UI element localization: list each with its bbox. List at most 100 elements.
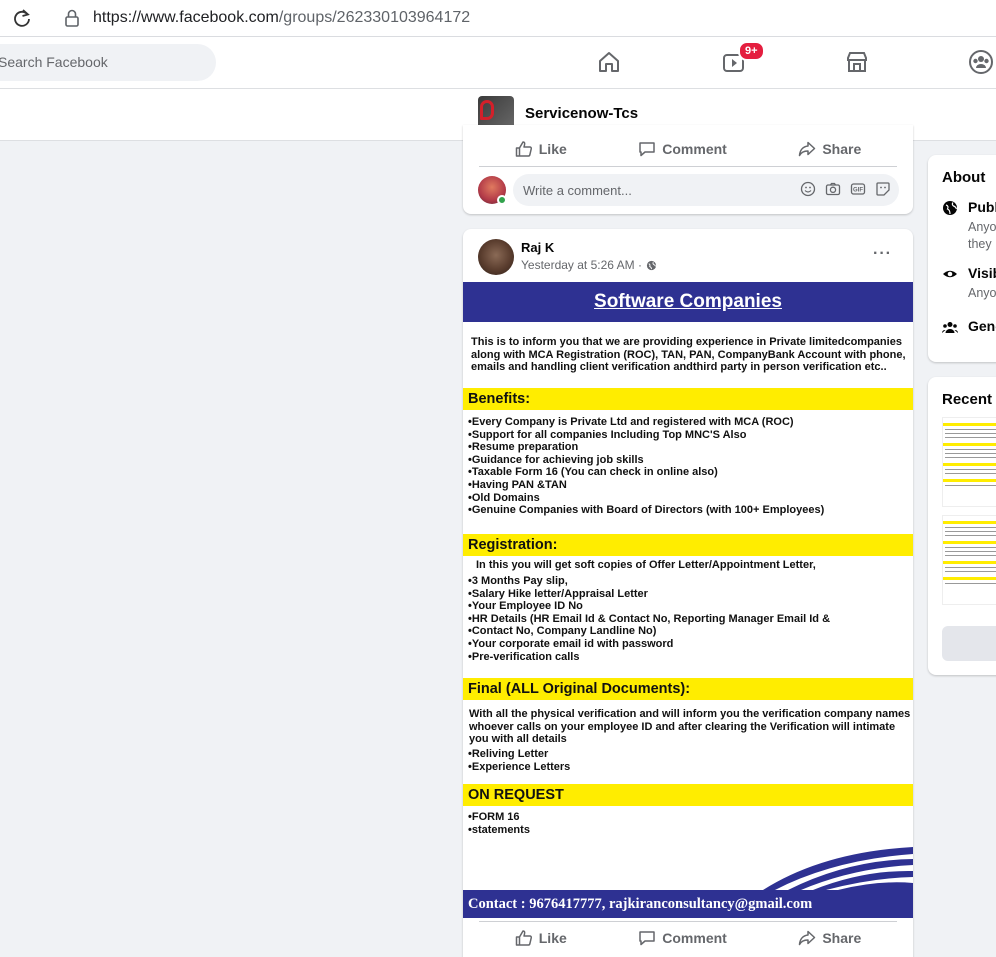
list-item: HR Details (HR Email Id & Contact No, Re… — [468, 613, 830, 626]
url-path: /groups/262330103964172 — [278, 9, 471, 26]
url-field[interactable]: https://www.facebook.com/groups/26233010… — [93, 9, 470, 27]
comment-icon — [639, 142, 656, 157]
comment-label: Comment — [662, 141, 727, 157]
list-item: Resume preparation — [468, 441, 824, 454]
final-intro-line: you with all details — [469, 733, 567, 746]
reload-icon[interactable] — [12, 8, 32, 28]
post-options-button[interactable]: ··· — [873, 245, 892, 263]
registration-heading: Registration: — [468, 537, 558, 553]
list-item: Every Company is Private Ltd and registe… — [468, 416, 824, 429]
home-icon[interactable] — [596, 49, 622, 75]
comment-button[interactable]: Comment — [638, 929, 727, 947]
benefits-band: Benefits: — [463, 388, 913, 410]
share-label: Share — [822, 930, 862, 946]
final-heading: Final (ALL Original Documents): — [468, 681, 691, 697]
divider — [479, 166, 897, 167]
request-heading: ON REQUEST — [468, 787, 564, 803]
privacy-desc-2: they — [968, 237, 992, 251]
decorative-swoosh — [763, 847, 913, 890]
group-name[interactable]: Servicenow-Tcs — [525, 105, 638, 122]
list-item: Salary Hike letter/Appraisal Letter — [468, 588, 830, 601]
registration-list: 3 Months Pay slip, Salary Hike letter/Ap… — [468, 575, 830, 663]
comment-label: Comment — [662, 930, 727, 946]
final-intro: With all the physical verification and w… — [469, 708, 910, 746]
notification-badge: 9+ — [738, 41, 765, 61]
final-intro-line: whoever calls on your employee ID and af… — [469, 720, 896, 733]
post-author[interactable]: Raj K — [521, 240, 554, 255]
camera-icon[interactable] — [825, 181, 841, 197]
flyer-intro-line: emails and handling client verification … — [471, 361, 887, 374]
request-list: FORM 16 statements — [468, 811, 530, 836]
marketplace-icon[interactable] — [844, 49, 870, 75]
comment-button[interactable]: Comment — [638, 140, 727, 158]
list-item: Support for all companies Including Top … — [468, 429, 824, 442]
share-label: Share — [822, 141, 862, 157]
post-card: Raj K Yesterday at 5:26 AM · ··· Softwar… — [463, 229, 913, 957]
registration-intro: In this you will get soft copies of Offe… — [476, 559, 816, 571]
registration-band: Registration: — [463, 534, 913, 556]
people-icon — [942, 322, 958, 333]
recent-media-thumbnail[interactable] — [942, 417, 996, 507]
lock-icon[interactable] — [64, 8, 80, 28]
like-icon — [515, 141, 532, 157]
post-time-text: Yesterday at 5:26 AM · — [521, 258, 642, 272]
search-placeholder: Search Facebook — [0, 54, 108, 70]
browser-address-bar: https://www.facebook.com/groups/26233010… — [0, 0, 996, 37]
visibility-label: Visib — [968, 265, 996, 281]
search-input[interactable]: Search Facebook — [0, 44, 216, 81]
list-item: Guidance for achieving job skills — [468, 454, 824, 467]
flyer-intro: This is to inform you that we are provid… — [471, 336, 906, 374]
like-label: Like — [538, 141, 567, 157]
recent-media-thumbnail[interactable] — [942, 515, 996, 605]
request-band: ON REQUEST — [463, 784, 913, 806]
benefits-heading: Benefits: — [468, 391, 531, 407]
share-button[interactable]: Share — [798, 140, 861, 158]
list-item: Genuine Companies with Board of Director… — [468, 504, 824, 517]
flyer-title: Software Companies — [594, 291, 782, 312]
comment-icon — [639, 931, 656, 946]
recent-title: Recent I — [942, 391, 996, 408]
gif-icon[interactable]: GIF — [850, 181, 866, 197]
share-button[interactable]: Share — [798, 929, 861, 947]
benefits-list: Every Company is Private Ltd and registe… — [468, 416, 824, 517]
flyer-intro-line: along with MCA Registration (ROC), TAN, … — [471, 348, 906, 361]
like-button[interactable]: Like — [515, 929, 567, 947]
share-icon — [799, 930, 816, 946]
flyer-contact: Contact : 9676417777, rajkiranconsultanc… — [468, 896, 813, 912]
flyer-intro-line: This is to inform you that we are provid… — [471, 336, 902, 348]
privacy-desc: Anyo — [968, 220, 996, 234]
post-actions: Like Comment Share — [479, 922, 897, 954]
about-card: About Publ Anyo they Visib Anyo Gene — [928, 155, 996, 362]
comment-input[interactable]: Write a comment... GIF — [513, 174, 899, 206]
post-image[interactable]: Software Companies This is to inform you… — [463, 282, 913, 918]
list-item: FORM 16 — [468, 811, 530, 824]
post-timestamp[interactable]: Yesterday at 5:26 AM · — [521, 258, 657, 272]
share-icon — [799, 141, 816, 157]
like-label: Like — [538, 930, 567, 946]
groups-icon[interactable] — [968, 49, 994, 75]
previous-post-footer: Like Comment Share Write a comment... GI… — [463, 125, 913, 214]
final-band: Final (ALL Original Documents): — [463, 678, 913, 700]
url-domain: https://www.facebook.com — [93, 9, 279, 26]
about-title: About — [942, 169, 986, 186]
globe-icon — [943, 201, 958, 215]
public-globe-icon — [646, 260, 657, 270]
like-button[interactable]: Like — [515, 140, 567, 158]
list-item: statements — [468, 824, 530, 837]
list-item: Taxable Form 16 (You can check in online… — [468, 466, 824, 479]
facebook-top-nav: Search Facebook 9+ — [0, 37, 996, 89]
list-item: Your Employee ID No — [468, 600, 830, 613]
list-item: Old Domains — [468, 492, 824, 505]
emoji-icon[interactable] — [800, 181, 816, 197]
list-item: Experience Letters — [468, 761, 570, 774]
list-item: Reliving Letter — [468, 748, 570, 761]
flyer-header: Software Companies — [463, 282, 913, 322]
list-item: Your corporate email id with password — [468, 638, 830, 651]
see-all-button[interactable] — [942, 626, 996, 661]
author-avatar[interactable] — [478, 239, 514, 275]
privacy-label: Publ — [968, 199, 996, 215]
final-list: Reliving Letter Experience Letters — [468, 748, 570, 773]
visibility-desc: Anyo — [968, 286, 996, 300]
final-intro-line: With all the physical verification and w… — [469, 708, 911, 720]
sticker-icon[interactable] — [875, 181, 891, 197]
